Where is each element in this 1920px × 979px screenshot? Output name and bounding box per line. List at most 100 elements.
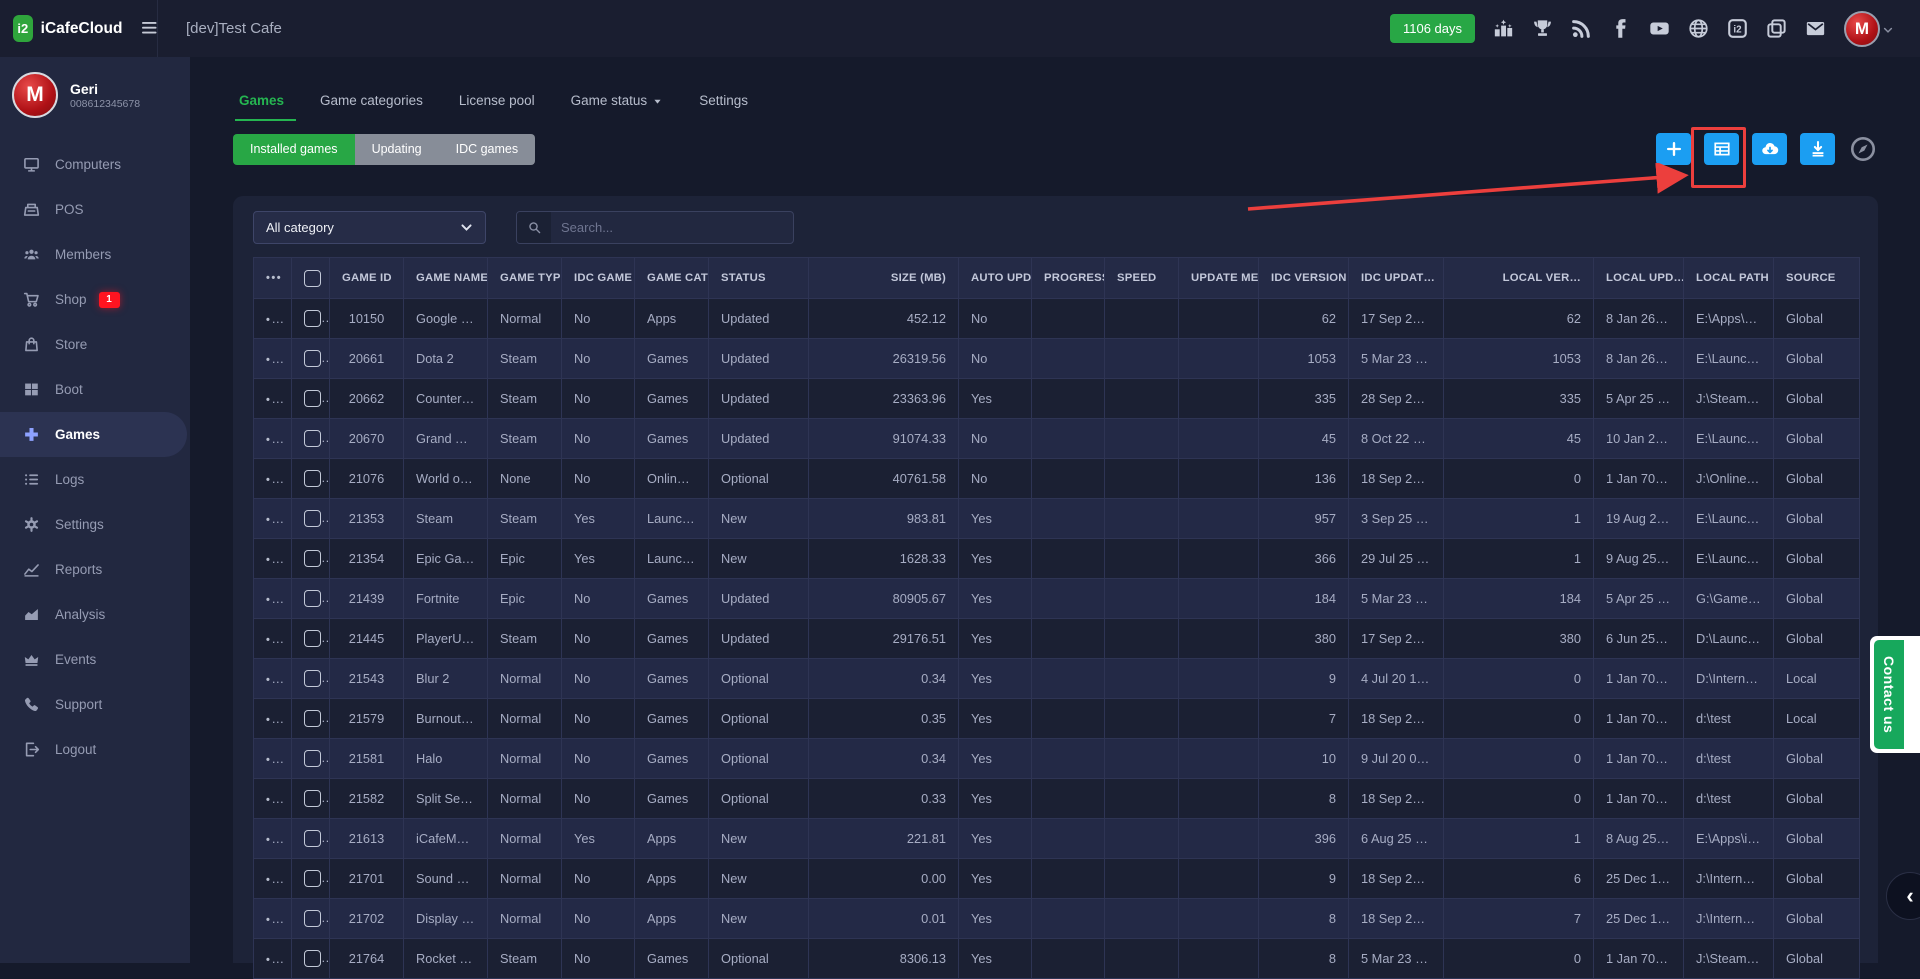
user-avatar[interactable]: M <box>1844 11 1880 47</box>
subtab-idc-games[interactable]: IDC games <box>439 134 536 165</box>
sidebar-item-store[interactable]: Store <box>0 322 190 367</box>
row-actions-menu[interactable]: ••• <box>266 911 284 926</box>
cell-size-mb: 0.35 <box>809 699 959 739</box>
sidebar-item-label: Logs <box>55 472 84 487</box>
license-days-badge[interactable]: 1106 days <box>1390 14 1475 43</box>
row-checkbox[interactable] <box>304 790 321 807</box>
cell-local-ver: 1 <box>1444 499 1594 539</box>
table-row: •••21764Rocket Leag…SteamNoGamesOptional… <box>254 939 1860 979</box>
tab-game-status[interactable]: Game status <box>553 93 682 121</box>
category-select[interactable]: All category <box>253 211 486 244</box>
chevron-down-icon[interactable] <box>1882 23 1894 35</box>
row-checkbox[interactable] <box>304 390 321 407</box>
row-checkbox[interactable] <box>304 630 321 647</box>
row-checkbox[interactable] <box>304 510 321 527</box>
row-checkbox[interactable] <box>304 950 321 967</box>
row-actions-menu[interactable]: ••• <box>266 711 284 726</box>
sidebar-item-events[interactable]: Events <box>0 637 190 682</box>
sidebar-item-shop[interactable]: Shop 1 <box>0 277 190 322</box>
topbar-layers-link[interactable] <box>1766 18 1787 39</box>
topbar-trophy-link[interactable] <box>1532 18 1553 39</box>
search-input[interactable] <box>551 212 793 243</box>
row-checkbox[interactable] <box>304 750 321 767</box>
row-actions-menu[interactable]: ••• <box>266 671 284 686</box>
sidebar-item-pos[interactable]: POS <box>0 187 190 232</box>
topbar-facebook-link[interactable] <box>1610 18 1631 39</box>
row-actions-menu[interactable]: ••• <box>266 351 284 366</box>
row-actions-menu[interactable]: ••• <box>266 431 284 446</box>
cell-progress <box>1032 939 1105 979</box>
row-actions-menu[interactable]: ••• <box>266 591 284 606</box>
tab-games[interactable]: Games <box>235 93 302 121</box>
row-checkbox[interactable] <box>304 310 321 327</box>
sidebar-item-members[interactable]: Members <box>0 232 190 277</box>
sidebar-item-support[interactable]: Support <box>0 682 190 727</box>
column-header-game-id: GAME ID <box>330 258 404 299</box>
sidebar-item-logout[interactable]: Logout <box>0 727 190 772</box>
topbar-youtube-link[interactable] <box>1649 18 1670 39</box>
cell-speed <box>1105 379 1179 419</box>
select-all-checkbox[interactable] <box>304 270 321 287</box>
contact-us-widget[interactable]: Contact us <box>1870 636 1920 753</box>
sidebar-item-boot[interactable]: Boot <box>0 367 190 412</box>
row-checkbox[interactable] <box>304 470 321 487</box>
sidebar-item-reports[interactable]: Reports <box>0 547 190 592</box>
cell-idc-version: 366 <box>1259 539 1349 579</box>
table-row: •••21702Display Sett…NormalNoAppsNew0.01… <box>254 899 1860 939</box>
row-checkbox[interactable] <box>304 550 321 567</box>
cloud-download-button[interactable] <box>1752 133 1787 165</box>
row-checkbox[interactable] <box>304 710 321 727</box>
sidebar-item-computers[interactable]: Computers <box>0 142 190 187</box>
row-actions-menu[interactable]: ••• <box>266 311 284 326</box>
cell-size-mb: 80905.67 <box>809 579 959 619</box>
row-checkbox[interactable] <box>304 670 321 687</box>
icafe-icon: i2 <box>1727 18 1748 39</box>
row-checkbox[interactable] <box>304 910 321 927</box>
topbar-icafe-link[interactable]: i2 <box>1727 18 1748 39</box>
topbar-mail-link[interactable] <box>1805 18 1826 39</box>
row-checkbox[interactable] <box>304 590 321 607</box>
row-actions-menu[interactable]: ••• <box>266 871 284 886</box>
sidebar-item-games[interactable]: Games <box>0 412 187 457</box>
row-actions-menu[interactable]: ••• <box>266 551 284 566</box>
cell-game-id: 21439 <box>330 579 404 619</box>
cell-game-name: PlayerUnkn… <box>404 619 488 659</box>
tab-license-pool[interactable]: License pool <box>441 93 553 121</box>
subtab-installed-games[interactable]: Installed games <box>233 134 355 165</box>
subtab-updating[interactable]: Updating <box>355 134 439 165</box>
topbar-rss-link[interactable] <box>1571 18 1592 39</box>
row-checkbox[interactable] <box>304 830 321 847</box>
row-actions-menu[interactable]: ••• <box>266 751 284 766</box>
controls-row: Installed games Updating IDC games <box>233 133 1876 165</box>
cell-idc-updat: 4 Jul 20 16:47 <box>1349 659 1444 699</box>
sidebar-user[interactable]: M Geri 008612345678 <box>0 57 190 142</box>
compass-icon[interactable] <box>1850 136 1876 162</box>
export-button[interactable] <box>1800 133 1835 165</box>
row-actions-menu[interactable]: ••• <box>266 791 284 806</box>
topbar-globe-link[interactable] <box>1688 18 1709 39</box>
column-header-local-ver: LOCAL VER… <box>1444 258 1594 299</box>
sidebar-item-settings[interactable]: Settings <box>0 502 190 547</box>
cell-update-me <box>1179 819 1259 859</box>
row-actions-menu[interactable]: ••• <box>266 951 284 966</box>
topbar-podium-link[interactable] <box>1493 18 1514 39</box>
sidebar-item-analysis[interactable]: Analysis <box>0 592 190 637</box>
row-checkbox[interactable] <box>304 350 321 367</box>
row-actions-menu[interactable]: ••• <box>266 391 284 406</box>
hamburger-menu-icon[interactable] <box>142 21 157 37</box>
row-actions-menu[interactable]: ••• <box>266 511 284 526</box>
row-checkbox[interactable] <box>304 870 321 887</box>
add-game-button[interactable] <box>1656 133 1691 165</box>
row-actions-menu[interactable]: ••• <box>266 831 284 846</box>
row-checkbox[interactable] <box>304 430 321 447</box>
row-actions-menu[interactable]: ••• <box>266 471 284 486</box>
row-actions-menu[interactable]: ••• <box>266 631 284 646</box>
cell-game-cat: Games <box>635 339 709 379</box>
tab-settings[interactable]: Settings <box>681 93 766 121</box>
table-view-button[interactable] <box>1704 133 1739 165</box>
sidebar-item-logs[interactable]: Logs <box>0 457 190 502</box>
cell-local-path: J:\Internet … <box>1684 859 1774 899</box>
column-header-progress: PROGRESS <box>1032 258 1105 299</box>
tab-game-categories[interactable]: Game categories <box>302 93 441 121</box>
cell-size-mb: 221.81 <box>809 819 959 859</box>
